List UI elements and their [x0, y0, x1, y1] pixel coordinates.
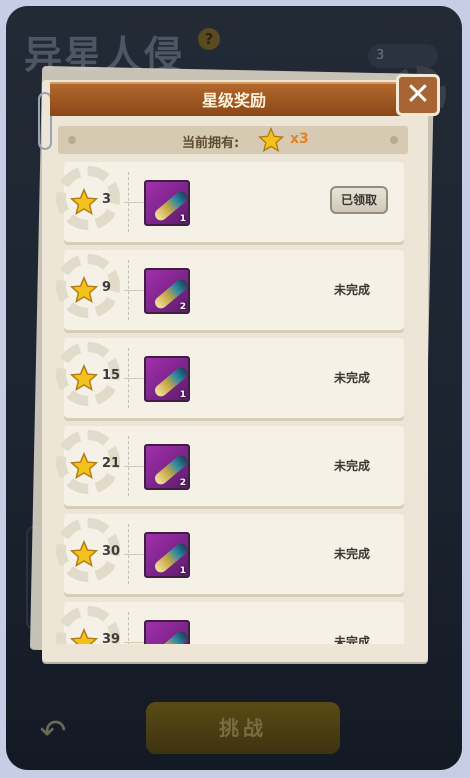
star-icon: [70, 276, 98, 304]
required-stars: 30: [102, 544, 121, 559]
status-label: 未完成: [334, 371, 371, 385]
telescope-item-icon[interactable]: 1: [144, 532, 190, 578]
status-label: 未完成: [334, 459, 371, 473]
item-quantity: 1: [179, 390, 186, 400]
status-label: 未完成: [334, 283, 371, 297]
required-stars: 15: [102, 368, 121, 383]
star-icon: [70, 540, 98, 568]
divider: [128, 524, 129, 584]
reward-row: 3 1 已领取: [56, 162, 404, 242]
divider: [128, 612, 129, 644]
back-icon[interactable]: ↶: [34, 712, 72, 750]
telescope-item-icon[interactable]: 1: [144, 180, 190, 226]
divider: [128, 436, 129, 496]
bar-dot: [390, 136, 398, 144]
bar-dot: [68, 136, 76, 144]
item-quantity: 1: [179, 214, 186, 224]
divider: [128, 348, 129, 408]
divider: [128, 260, 129, 320]
required-stars: 21: [102, 456, 121, 471]
owned-label: 当前拥有:: [182, 136, 240, 151]
challenge-button[interactable]: 挑战: [146, 702, 340, 754]
item-quantity: 1: [179, 566, 186, 576]
telescope-icon: [152, 629, 188, 644]
star-icon: [70, 628, 98, 644]
item-quantity: 2: [179, 302, 186, 312]
star-icon: [70, 364, 98, 392]
star-counter: 3: [368, 44, 438, 68]
star-icon: [258, 127, 284, 153]
star-icon: [70, 188, 98, 216]
status-label: 未完成: [334, 547, 371, 561]
reward-list[interactable]: 3 1 已领取 9 2 未完成 15 1 未完成 21 2 未完成 30 1 未完成 39 2 未完成: [56, 158, 410, 644]
modal-title: 星级奖励: [50, 82, 418, 116]
reward-row: 30 1 未完成: [56, 514, 404, 594]
owned-stars-bar: 当前拥有: x3: [58, 126, 408, 154]
reward-row: 21 2 未完成: [56, 426, 404, 506]
required-stars: 3: [102, 192, 112, 207]
item-quantity: 2: [179, 478, 186, 488]
close-icon[interactable]: ✕: [396, 74, 440, 116]
status-label: 未完成: [334, 635, 371, 644]
star-icon: [70, 452, 98, 480]
telescope-item-icon[interactable]: 2: [144, 620, 190, 644]
divider: [128, 172, 129, 232]
telescope-item-icon[interactable]: 1: [144, 356, 190, 402]
owned-count: x3: [290, 131, 309, 147]
reward-row: 15 1 未完成: [56, 338, 404, 418]
telescope-item-icon[interactable]: 2: [144, 268, 190, 314]
telescope-item-icon[interactable]: 2: [144, 444, 190, 490]
reward-row: 9 2 未完成: [56, 250, 404, 330]
reward-row: 39 2 未完成: [56, 602, 404, 644]
claimed-button[interactable]: 已领取: [330, 186, 388, 214]
required-stars: 39: [102, 632, 121, 644]
help-icon[interactable]: ?: [198, 28, 220, 50]
required-stars: 9: [102, 280, 112, 295]
